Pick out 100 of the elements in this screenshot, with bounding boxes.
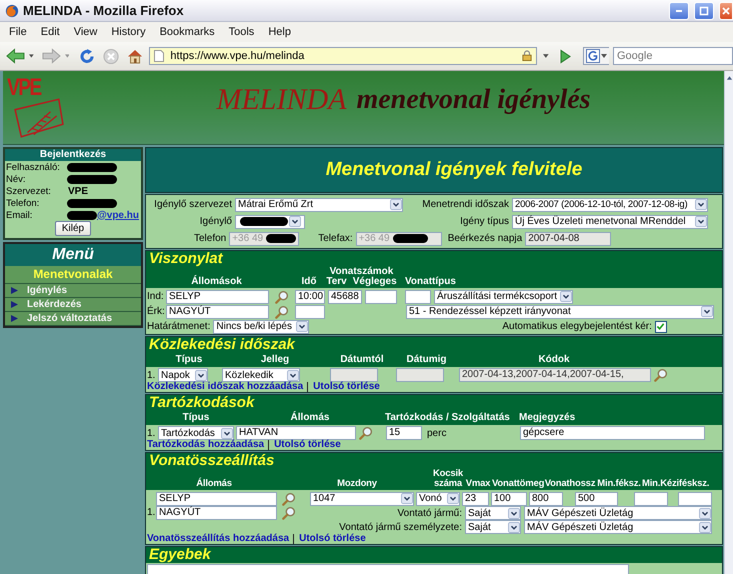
input-field[interactable]: SELYP [156,492,277,506]
caret-icon [699,508,711,518]
search-field[interactable]: Google [613,47,733,65]
column-header: Dátumig [406,355,448,365]
column-header: Min.Kézifésksz. [642,479,708,489]
back-icon[interactable] [6,48,25,64]
menu-item[interactable]: Help [268,26,291,38]
caret-icon[interactable] [28,54,34,58]
field-label: Érk: [147,306,163,317]
dropdown[interactable]: MÁV Gépészeti Üzletág [524,506,712,520]
dropdown[interactable]: Mátrai Erőmű Zrt [235,198,403,212]
input-field[interactable]: SELYP [166,290,269,304]
input-field[interactable] [634,492,668,506]
menu-item[interactable]: Edit [40,26,60,38]
dropdown[interactable]: Vonó [416,492,460,506]
field-label: Igénylő [198,216,232,227]
scrollbar[interactable] [724,71,733,574]
field-label: Határátmenet: [147,321,210,332]
dropdown[interactable]: 51 - Rendezéssel képzett irányvonat [406,304,714,318]
stop-icon[interactable] [103,48,120,64]
dropdown[interactable] [235,214,305,228]
caret-icon [287,370,299,380]
menu-item[interactable]: Bookmarks [160,26,215,38]
row-number: 1. [147,370,156,380]
dropdown[interactable]: Új Éves Üzeleti menetvonal MRenddel [512,214,708,228]
maximize-button[interactable] [694,2,714,20]
field-label: Automatikus elegybejelentést kér: [502,321,652,332]
input-field[interactable]: NAGYÚT [166,304,269,318]
dropdown[interactable]: MÁV Gépészeti Üzletág [524,520,712,534]
field-label: Igény típus [460,216,509,227]
caret-icon [296,321,308,332]
search-engine-button[interactable] [583,47,609,65]
caret-icon [695,216,707,227]
menu-item[interactable]: View [74,26,98,38]
input-field[interactable]: 23 [462,492,489,506]
field-label: Menetrendi időszak [422,199,509,210]
checkbox[interactable] [654,320,667,332]
heading: Menetvonal igények felvitele [326,159,582,181]
input-field[interactable]: 10:00 [295,290,325,304]
menu-item[interactable]: File [9,26,27,38]
column-header: Vonattípus [405,277,456,287]
input-field[interactable] [365,290,397,304]
input-field[interactable]: HATVAN [236,426,356,440]
column-header: Min.féksz. [596,479,642,489]
close-icon [721,6,731,16]
search-icon[interactable] [654,368,668,382]
close-button[interactable] [719,2,733,20]
link[interactable]: Utolsó törlése [299,534,370,544]
link[interactable]: Vonatösszeállítás hozzáadása [147,534,294,544]
dropdown[interactable]: 2006-2007 (2006-12-10-tól, 2007-12-08-ig) [512,198,708,212]
link[interactable]: Közlekedési időszak hozzáadása [147,382,308,392]
menu-item[interactable]: Tools [228,26,254,38]
dropdown[interactable]: Napok [158,368,208,382]
search-icon[interactable] [282,492,296,506]
link[interactable]: Tartózkodás hozzáadása [147,440,270,450]
search-icon[interactable] [359,426,373,440]
address-bar[interactable]: https://www.vpe.hu/melinda [149,47,538,65]
link[interactable]: Utolsó törlése [313,382,384,392]
column-header: Jelleg [260,355,290,365]
column-header: Vmax [464,479,492,489]
caret-icon [195,370,207,380]
input-field[interactable]: 45688 [328,290,362,304]
link[interactable]: Utolsó törlése [274,440,345,450]
input-field[interactable]: 500 [575,492,618,506]
input-field[interactable] [678,492,712,506]
logout-button[interactable]: Kilép [54,221,92,236]
input-field[interactable]: NAGYÚT [156,506,277,520]
page-icon [154,50,164,62]
home-icon[interactable] [127,48,144,64]
section-heading: Viszonylat [148,251,224,267]
caret-icon[interactable] [543,54,549,58]
caret-icon [601,54,607,58]
field-value[interactable]: @vpe.hu [97,210,139,220]
search-engine-icon [586,49,600,63]
reload-icon[interactable] [79,48,96,64]
dropdown[interactable]: Saját [465,506,521,520]
forward-icon[interactable] [42,48,60,64]
minimize-button[interactable] [669,2,689,20]
dropdown[interactable]: Közlekedik [222,368,300,382]
field-label: Vontató jármű személyzete: [339,522,462,532]
input-field[interactable]: 800 [529,492,563,506]
input-field[interactable]: 100 [491,492,527,506]
dropdown[interactable]: Saját [465,520,521,534]
search-icon[interactable] [275,304,289,318]
dropdown[interactable]: 1047 [310,492,414,506]
dropdown[interactable]: Áruszállítási termékcsoport [434,290,573,304]
input-field[interactable]: gépcsere [520,426,705,440]
dropdown[interactable]: Tartózkodás [158,426,234,440]
input-field[interactable] [405,290,431,304]
search-icon[interactable] [275,290,289,304]
field-label: Ind: [147,291,163,302]
dropdown[interactable]: Nincs be/ki lépés [213,320,310,334]
field-label: Telefon: [5,198,40,208]
input-field[interactable]: 15 [386,426,422,440]
column-header: Dátumtól [339,355,385,365]
menu-item[interactable]: History [111,26,146,38]
input-field[interactable] [295,304,325,318]
search-icon[interactable] [282,506,296,520]
maximize-icon [699,6,709,16]
column-header: Idő [300,277,318,287]
